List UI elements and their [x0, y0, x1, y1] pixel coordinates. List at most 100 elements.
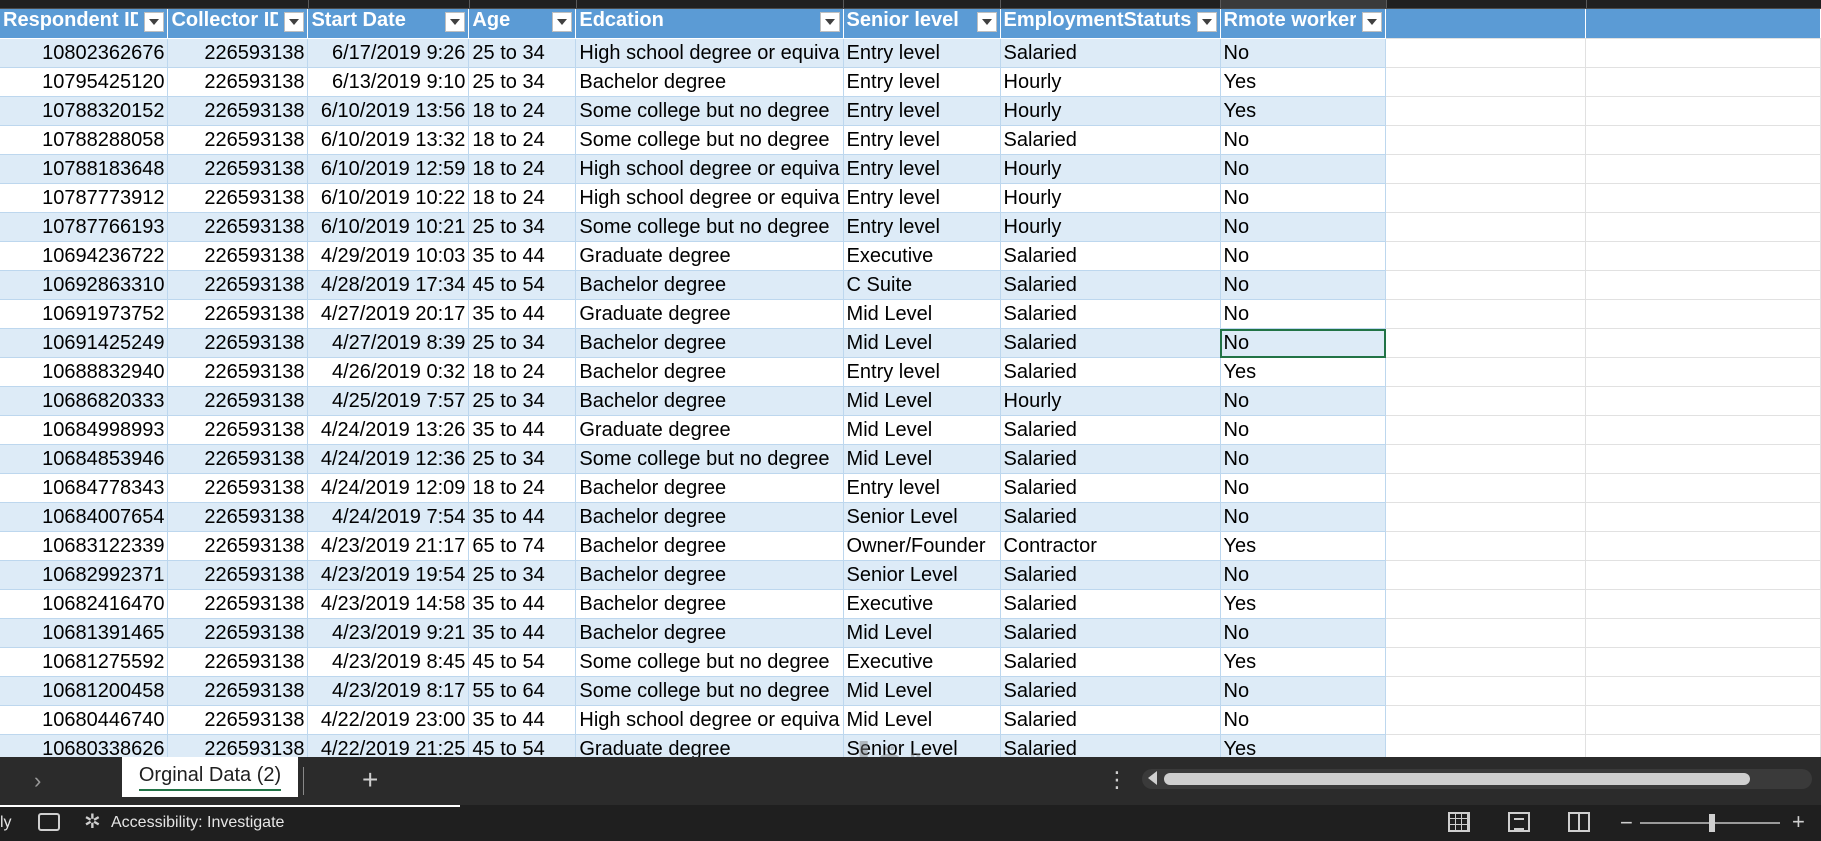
cell-respondent_id[interactable]: 10683122339	[0, 531, 169, 561]
cell-respondent_id[interactable]: 10691425249	[0, 328, 169, 358]
column-header-employment_status[interactable]: EmploymentStatuts	[1000, 9, 1221, 39]
cell-employment_status[interactable]: Salaried	[1000, 125, 1221, 155]
cell-age[interactable]: 35 to 44	[468, 415, 577, 445]
empty-cell[interactable]	[1385, 473, 1587, 503]
empty-cell[interactable]	[1385, 618, 1587, 648]
cell-collector_id[interactable]: 226593138	[167, 676, 309, 706]
column-header-education[interactable]: Edcation	[575, 9, 844, 39]
cell-age[interactable]: 18 to 24	[468, 357, 577, 387]
empty-cell[interactable]	[1585, 67, 1821, 97]
cell-start_date[interactable]: 6/10/2019 13:32	[307, 125, 470, 155]
cell-education[interactable]: Graduate degree	[575, 241, 844, 271]
cell-age[interactable]: 18 to 24	[468, 154, 577, 184]
cell-age[interactable]: 18 to 24	[468, 183, 577, 213]
cell-start_date[interactable]: 4/29/2019 10:03	[307, 241, 470, 271]
cell-collector_id[interactable]: 226593138	[167, 444, 309, 474]
cell-respondent_id[interactable]: 10688832940	[0, 357, 169, 387]
cell-remote_worker[interactable]: Yes	[1220, 531, 1387, 561]
cell-education[interactable]: Bachelor degree	[575, 67, 844, 97]
cell-collector_id[interactable]: 226593138	[167, 647, 309, 677]
cell-respondent_id[interactable]: 10680446740	[0, 705, 169, 735]
cell-collector_id[interactable]: 226593138	[167, 183, 309, 213]
chevron-right-icon[interactable]: ›	[34, 769, 54, 793]
cell-respondent_id[interactable]: 10684007654	[0, 502, 169, 532]
cell-remote_worker[interactable]: No	[1220, 270, 1387, 300]
empty-cell[interactable]	[1585, 241, 1821, 271]
cell-collector_id[interactable]: 226593138	[167, 241, 309, 271]
cell-education[interactable]: High school degree or equiva	[575, 183, 844, 213]
empty-cell[interactable]	[1385, 705, 1587, 735]
cell-respondent_id[interactable]: 10787766193	[0, 212, 169, 242]
column-header-senior_level[interactable]: Senior level	[843, 9, 1001, 39]
cell-employment_status[interactable]: Salaried	[1000, 444, 1221, 474]
cell-respondent_id[interactable]: 10684778343	[0, 473, 169, 503]
cell-respondent_id[interactable]: 10680338626	[0, 734, 169, 757]
empty-cell[interactable]	[1385, 502, 1587, 532]
empty-cell[interactable]	[1585, 270, 1821, 300]
cell-start_date[interactable]: 4/25/2019 7:57	[307, 386, 470, 416]
cell-remote_worker[interactable]: No	[1220, 502, 1387, 532]
cell-employment_status[interactable]: Hourly	[1000, 212, 1221, 242]
cell-age[interactable]: 35 to 44	[468, 705, 577, 735]
empty-cell[interactable]	[1585, 473, 1821, 503]
cell-respondent_id[interactable]: 10681200458	[0, 676, 169, 706]
cell-senior_level[interactable]: Mid Level	[843, 676, 1001, 706]
empty-cell[interactable]	[1585, 676, 1821, 706]
cell-employment_status[interactable]: Salaried	[1000, 38, 1221, 68]
scroll-left-icon[interactable]	[1148, 771, 1157, 785]
cell-age[interactable]: 35 to 44	[468, 299, 577, 329]
cell-employment_status[interactable]: Contractor	[1000, 531, 1221, 561]
cell-collector_id[interactable]: 226593138	[167, 270, 309, 300]
empty-cell[interactable]	[1385, 676, 1587, 706]
cell-start_date[interactable]: 4/23/2019 8:17	[307, 676, 470, 706]
cell-collector_id[interactable]: 226593138	[167, 734, 309, 757]
cell-respondent_id[interactable]: 10681275592	[0, 647, 169, 677]
cell-remote_worker[interactable]: No	[1220, 618, 1387, 648]
empty-cell[interactable]	[1585, 531, 1821, 561]
accessibility-status[interactable]: Accessibility: Investigate	[111, 814, 284, 832]
cell-collector_id[interactable]: 226593138	[167, 299, 309, 329]
cell-remote_worker[interactable]: No	[1220, 241, 1387, 271]
empty-cell[interactable]	[1385, 299, 1587, 329]
empty-cell[interactable]	[1585, 125, 1821, 155]
empty-cell[interactable]	[1585, 328, 1821, 358]
cell-collector_id[interactable]: 226593138	[167, 386, 309, 416]
cell-remote_worker[interactable]: No	[1220, 444, 1387, 474]
empty-cell[interactable]	[1585, 212, 1821, 242]
cell-remote_worker[interactable]: No	[1220, 415, 1387, 445]
empty-cell[interactable]	[1385, 154, 1587, 184]
empty-cell[interactable]	[1385, 183, 1587, 213]
cell-education[interactable]: Bachelor degree	[575, 531, 844, 561]
cell-start_date[interactable]: 4/28/2019 17:34	[307, 270, 470, 300]
cell-education[interactable]: Some college but no degree	[575, 212, 844, 242]
cell-employment_status[interactable]: Salaried	[1000, 299, 1221, 329]
cell-remote_worker[interactable]: No	[1220, 299, 1387, 329]
cell-senior_level[interactable]: Mid Level	[843, 705, 1001, 735]
cell-remote_worker[interactable]: Yes	[1220, 647, 1387, 677]
cell-remote_worker[interactable]: No	[1220, 705, 1387, 735]
empty-cell[interactable]	[1585, 618, 1821, 648]
cell-employment_status[interactable]: Hourly	[1000, 386, 1221, 416]
cell-collector_id[interactable]: 226593138	[167, 589, 309, 619]
cell-collector_id[interactable]: 226593138	[167, 96, 309, 126]
empty-cell[interactable]	[1585, 734, 1821, 757]
cell-start_date[interactable]: 4/23/2019 9:21	[307, 618, 470, 648]
page-layout-view-icon[interactable]	[1508, 812, 1530, 832]
cell-senior_level[interactable]: Mid Level	[843, 386, 1001, 416]
empty-cell[interactable]	[1385, 386, 1587, 416]
cell-start_date[interactable]: 4/23/2019 14:58	[307, 589, 470, 619]
cell-start_date[interactable]: 4/22/2019 21:25	[307, 734, 470, 757]
cell-senior_level[interactable]: Entry level	[843, 357, 1001, 387]
cell-collector_id[interactable]: 226593138	[167, 473, 309, 503]
empty-cell[interactable]	[1385, 270, 1587, 300]
empty-cell[interactable]	[1385, 444, 1587, 474]
cell-remote_worker[interactable]: No	[1220, 212, 1387, 242]
cell-education[interactable]: Bachelor degree	[575, 386, 844, 416]
cell-collector_id[interactable]: 226593138	[167, 618, 309, 648]
filter-dropdown-icon[interactable]	[284, 12, 305, 32]
cell-senior_level[interactable]: Senior Level	[843, 734, 1001, 757]
cell-respondent_id[interactable]: 10802362676	[0, 38, 169, 68]
empty-cell[interactable]	[1385, 647, 1587, 677]
cell-senior_level[interactable]: Owner/Founder	[843, 531, 1001, 561]
cell-age[interactable]: 18 to 24	[468, 96, 577, 126]
